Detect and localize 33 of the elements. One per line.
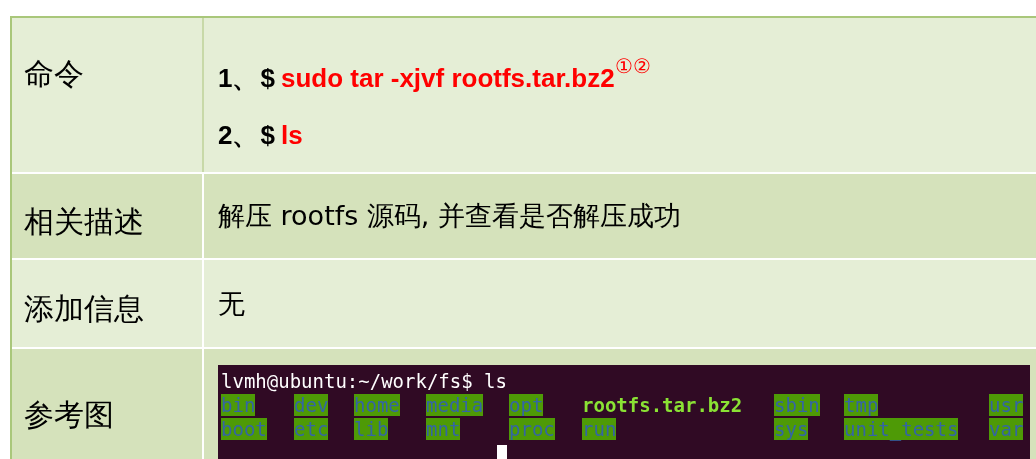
directory-name: unit_tests bbox=[844, 418, 959, 440]
directory-name: home bbox=[354, 394, 400, 416]
directory-name: bin bbox=[221, 394, 256, 416]
directory-name: proc bbox=[509, 418, 555, 440]
directory-name: media bbox=[426, 394, 484, 416]
row-label: 相关描述 bbox=[12, 174, 204, 258]
command-text: ls bbox=[280, 120, 303, 150]
footnote-mark: ①② bbox=[614, 55, 651, 77]
terminal-cursor bbox=[497, 445, 507, 459]
row-label: 命令 bbox=[12, 18, 204, 172]
directory-name: mnt bbox=[426, 418, 461, 440]
directory-name: etc bbox=[294, 418, 329, 440]
shell-prompt: $ bbox=[260, 63, 275, 93]
directory-name: run bbox=[582, 418, 617, 440]
directory-name: lib bbox=[354, 418, 389, 440]
step-number: 2、 bbox=[218, 120, 259, 150]
directory-name: sys bbox=[774, 418, 809, 440]
directory-name: tmp bbox=[844, 394, 879, 416]
directory-name: var bbox=[989, 418, 1024, 440]
file-name: rootfs.tar.bz2 bbox=[582, 394, 743, 416]
step-number: 1、 bbox=[218, 63, 259, 93]
terminal-command-line: lvmh@ubuntu:~/work/fs$ ls bbox=[221, 369, 508, 393]
command-text: sudo tar -xjvf rootfs.tar.bz2 bbox=[280, 63, 615, 93]
directory-name: dev bbox=[294, 394, 329, 416]
row-label: 添加信息 bbox=[12, 260, 204, 347]
directory-name: usr bbox=[989, 394, 1024, 416]
directory-name: boot bbox=[221, 418, 267, 440]
shell-prompt: $ bbox=[260, 120, 275, 150]
row-label: 参考图 bbox=[12, 349, 204, 459]
directory-name: opt bbox=[509, 394, 544, 416]
cell-text: 解压 rootfs 源码, 并查看是否解压成功 bbox=[218, 199, 683, 233]
cell-text: 无 bbox=[218, 286, 246, 321]
directory-name: sbin bbox=[774, 394, 820, 416]
